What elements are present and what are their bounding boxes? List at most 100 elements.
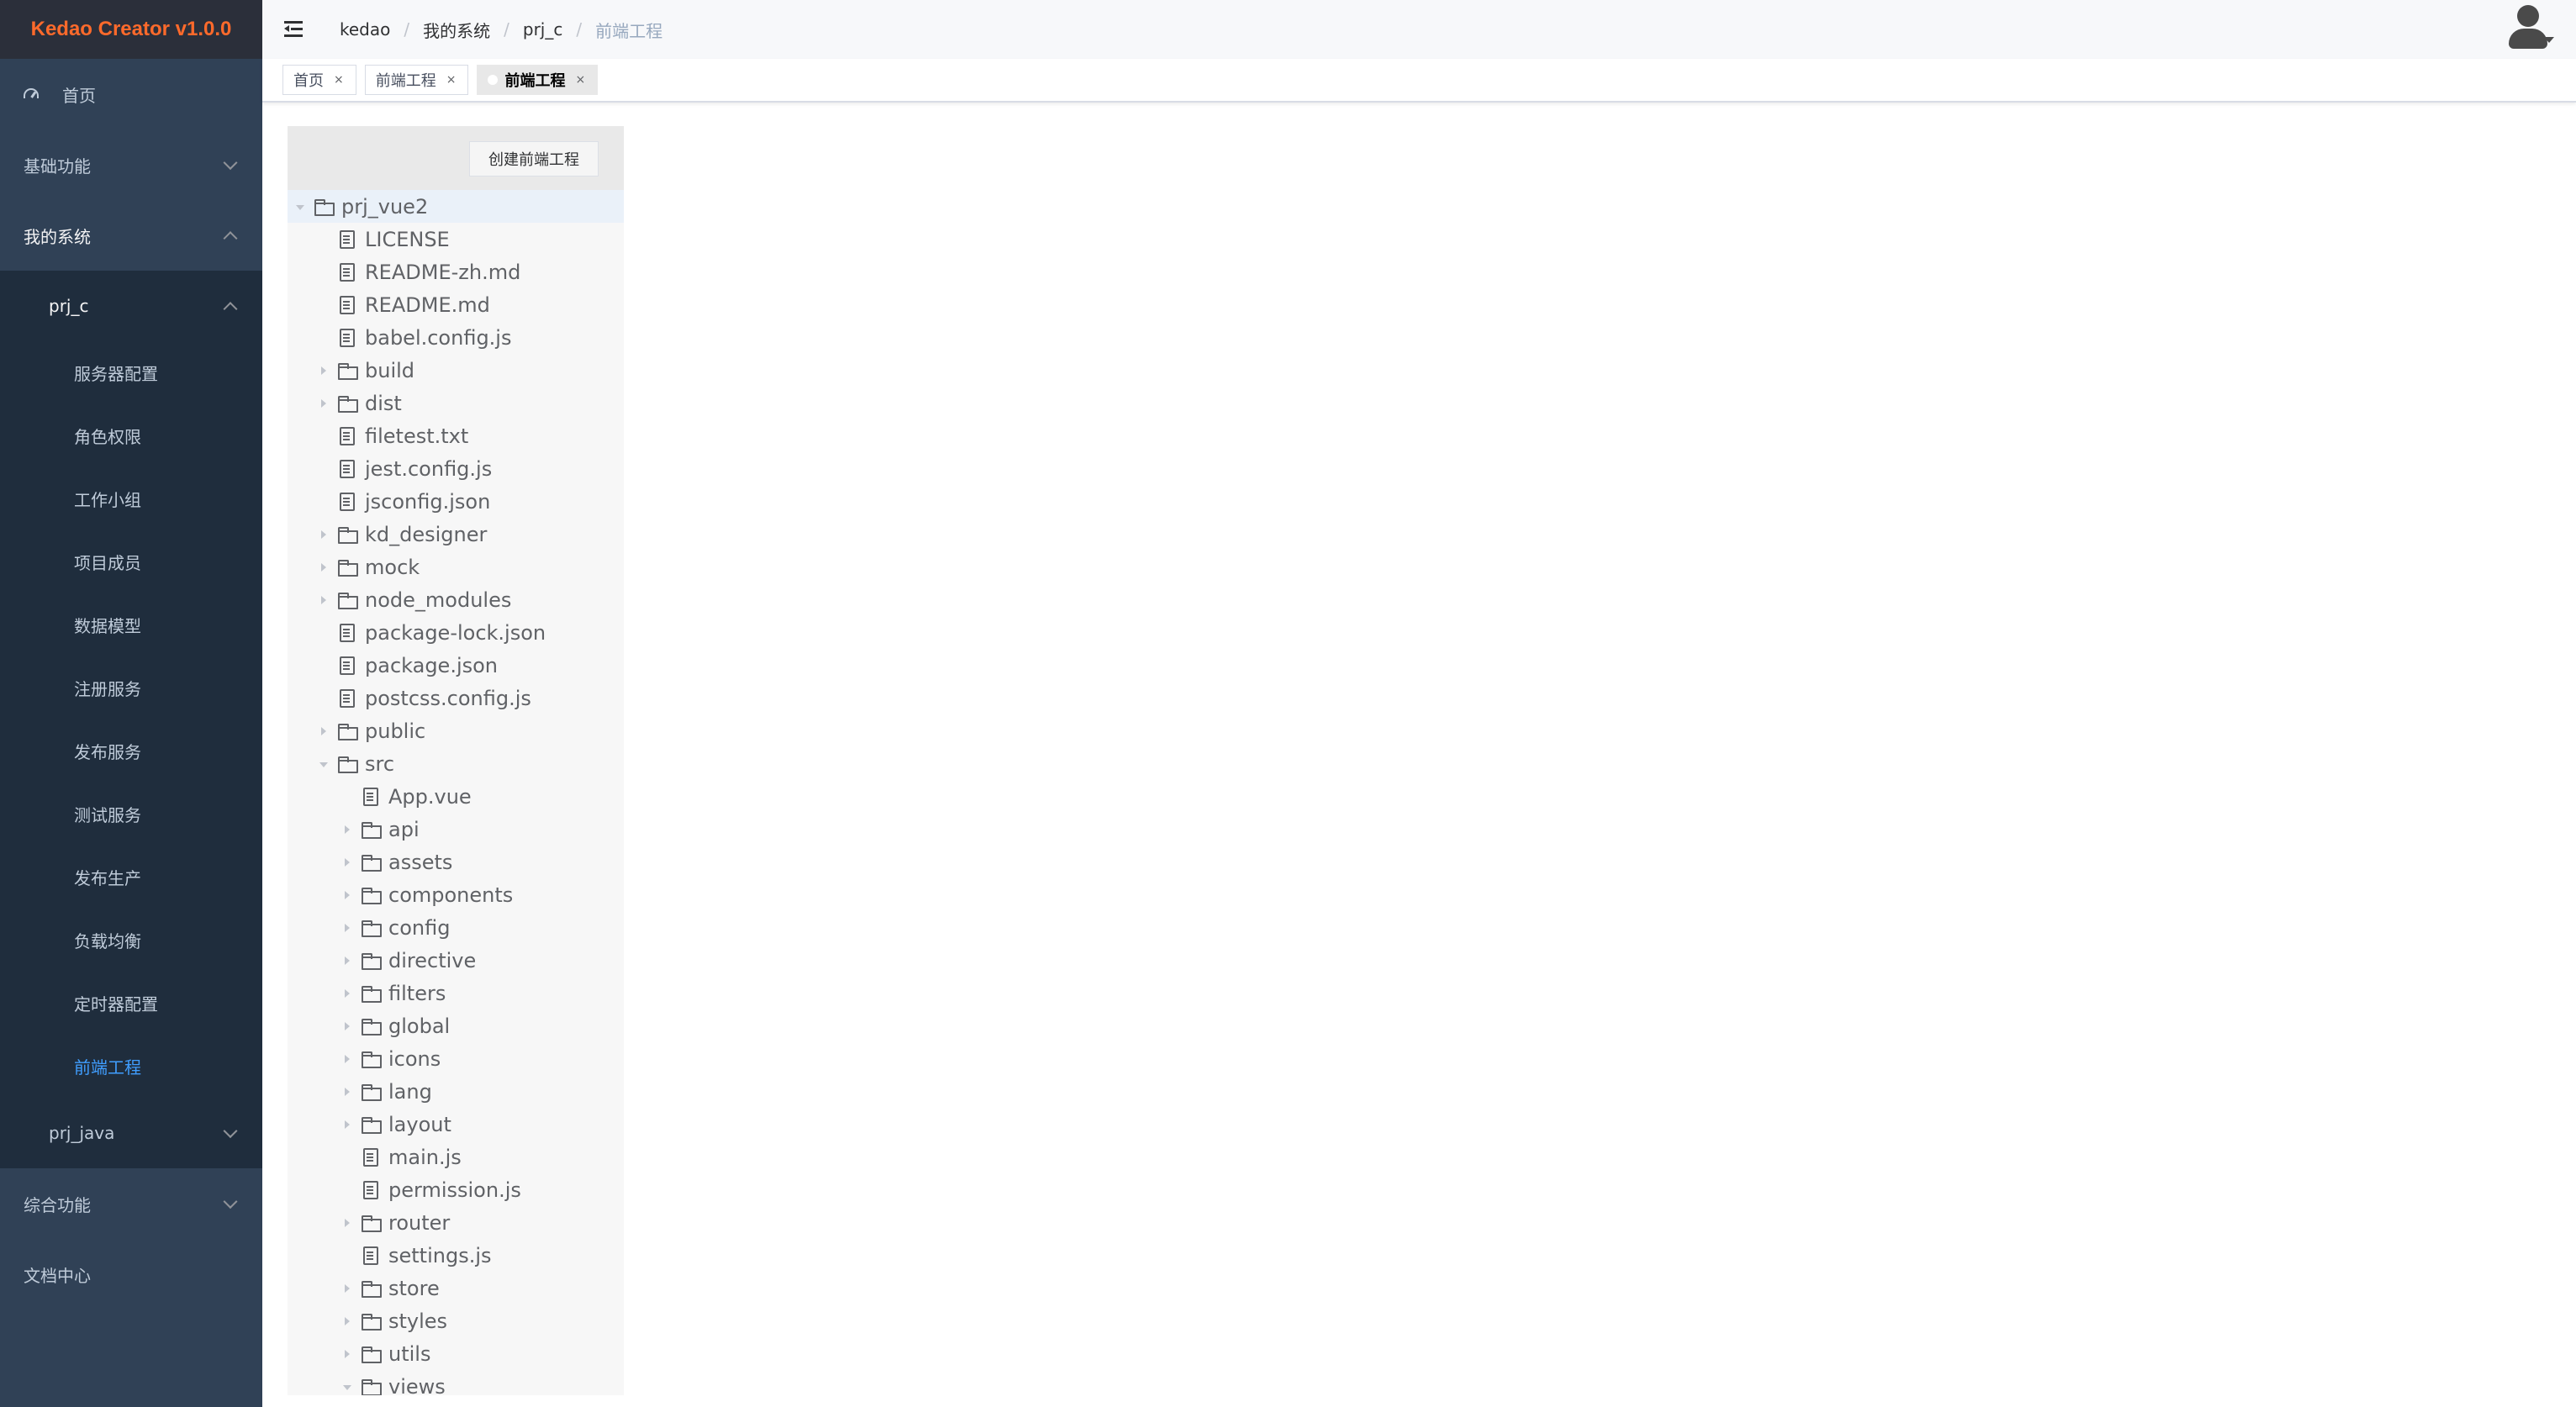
caret-right-icon[interactable] xyxy=(318,725,331,738)
sidebar-item-prj-c-0[interactable]: 服务器配置 xyxy=(0,341,262,404)
sidebar-item-prj-c-2[interactable]: 工作小组 xyxy=(0,467,262,530)
tree-folder-node[interactable]: prj_vue2 xyxy=(288,190,624,223)
sidebar-item-prj-c-6[interactable]: 发布服务 xyxy=(0,719,262,783)
tree-file-node[interactable]: App.vue xyxy=(288,780,624,813)
tree-folder-node[interactable]: assets xyxy=(288,846,624,878)
tree-folder-node[interactable]: utils xyxy=(288,1337,624,1370)
tree-folder-node[interactable]: store xyxy=(288,1272,624,1304)
tree-file-node[interactable]: jsconfig.json xyxy=(288,485,624,518)
caret-right-icon[interactable] xyxy=(341,856,355,869)
tree-file-node[interactable]: README-zh.md xyxy=(288,256,624,288)
document-icon xyxy=(340,623,355,642)
user-avatar-dropdown[interactable] xyxy=(2504,3,2554,50)
sidebar-item-prj-c-1[interactable]: 角色权限 xyxy=(0,404,262,467)
caret-right-icon[interactable] xyxy=(341,1315,355,1328)
caret-right-icon[interactable] xyxy=(341,888,355,902)
tree-folder-node[interactable]: directive xyxy=(288,944,624,977)
breadcrumb-item-prj-c[interactable]: prj_c xyxy=(523,19,562,40)
tree-folder-node[interactable]: components xyxy=(288,878,624,911)
caret-right-icon[interactable] xyxy=(318,364,331,377)
tree-folder-node[interactable]: kd_designer xyxy=(288,518,624,551)
tree-folder-node[interactable]: router xyxy=(288,1206,624,1239)
caret-right-icon[interactable] xyxy=(341,1216,355,1230)
tree-node-label: jest.config.js xyxy=(365,456,493,481)
sidebar-item-prj-java[interactable]: prj_java xyxy=(0,1098,262,1168)
caret-down-icon[interactable] xyxy=(294,200,308,213)
tree-folder-node[interactable]: src xyxy=(288,747,624,780)
hamburger-menu-icon[interactable] xyxy=(284,21,304,38)
sidebar-item-prj-c-4[interactable]: 数据模型 xyxy=(0,593,262,656)
tree-file-node[interactable]: jest.config.js xyxy=(288,452,624,485)
sidebar-item-prj-c-10[interactable]: 定时器配置 xyxy=(0,972,262,1035)
caret-right-icon[interactable] xyxy=(341,1118,355,1131)
tree-folder-node[interactable]: mock xyxy=(288,551,624,583)
caret-right-icon[interactable] xyxy=(341,1085,355,1099)
tree-file-node[interactable]: LICENSE xyxy=(288,223,624,256)
close-icon[interactable]: × xyxy=(446,73,457,87)
tree-file-node[interactable]: permission.js xyxy=(288,1173,624,1206)
sidebar-item-integrated[interactable]: 综合功能 xyxy=(0,1168,262,1239)
sidebar-item-prj-c[interactable]: prj_c xyxy=(0,271,262,341)
tree-node-label: babel.config.js xyxy=(365,325,512,350)
tree-file-node[interactable]: package-lock.json xyxy=(288,616,624,649)
sidebar-item-prj-c-9[interactable]: 负载均衡 xyxy=(0,909,262,972)
sidebar-item-docs[interactable]: 文档中心 xyxy=(0,1239,262,1310)
folder-icon xyxy=(362,1346,382,1363)
tree-folder-node[interactable]: filters xyxy=(288,977,624,1009)
tree-file-node[interactable]: README.md xyxy=(288,288,624,321)
tree-folder-node[interactable]: build xyxy=(288,354,624,387)
caret-right-icon[interactable] xyxy=(341,1052,355,1066)
tree-folder-node[interactable]: api xyxy=(288,813,624,846)
breadcrumb-item-kedao[interactable]: kedao xyxy=(340,19,390,40)
caret-right-icon[interactable] xyxy=(318,397,331,410)
tree-file-node[interactable]: postcss.config.js xyxy=(288,682,624,714)
tree-file-node[interactable]: settings.js xyxy=(288,1239,624,1272)
tree-folder-node[interactable]: config xyxy=(288,911,624,944)
tree-folder-node[interactable]: node_modules xyxy=(288,583,624,616)
sidebar-item-home[interactable]: 首页 xyxy=(0,59,262,129)
chevron-down-icon xyxy=(223,1194,238,1209)
create-frontend-project-button[interactable]: 创建前端工程 xyxy=(469,141,599,177)
tree-folder-node[interactable]: lang xyxy=(288,1075,624,1108)
breadcrumb-item-my-system[interactable]: 我的系统 xyxy=(423,18,490,42)
caret-right-icon[interactable] xyxy=(341,1282,355,1295)
caret-right-icon[interactable] xyxy=(341,921,355,935)
tree-folder-node[interactable]: styles xyxy=(288,1304,624,1337)
tree-file-node[interactable]: main.js xyxy=(288,1141,624,1173)
sidebar-item-prj-c-3[interactable]: 项目成员 xyxy=(0,530,262,593)
tree-folder-node[interactable]: public xyxy=(288,714,624,747)
close-icon[interactable]: × xyxy=(334,73,344,87)
caret-down-icon[interactable] xyxy=(341,1380,355,1394)
caret-right-icon[interactable] xyxy=(318,561,331,574)
caret-right-icon[interactable] xyxy=(341,1020,355,1033)
tab-1[interactable]: 前端工程 × xyxy=(364,65,469,95)
tab-2[interactable]: 前端工程 × xyxy=(477,65,599,95)
tree-file-node[interactable]: filetest.txt xyxy=(288,419,624,452)
caret-right-icon[interactable] xyxy=(341,987,355,1000)
sidebar-item-prj-c-8[interactable]: 发布生产 xyxy=(0,846,262,909)
close-icon[interactable]: × xyxy=(575,73,585,87)
app-logo-title[interactable]: Kedao Creator v1.0.0 xyxy=(0,0,262,59)
sidebar-item-prj-c-5[interactable]: 注册服务 xyxy=(0,656,262,719)
sidebar-item-prj-c-11[interactable]: 前端工程 xyxy=(0,1035,262,1098)
tree-node-label: README.md xyxy=(365,292,490,317)
caret-right-icon[interactable] xyxy=(341,1347,355,1361)
caret-right-icon[interactable] xyxy=(318,593,331,607)
sidebar-item-my-system[interactable]: 我的系统 xyxy=(0,200,262,271)
tree-folder-node[interactable]: views xyxy=(288,1370,624,1395)
sidebar-item-prj-c-7[interactable]: 测试服务 xyxy=(0,783,262,846)
tree-folder-node[interactable]: layout xyxy=(288,1108,624,1141)
caret-right-icon[interactable] xyxy=(318,528,331,541)
caret-down-icon[interactable] xyxy=(318,757,331,771)
caret-right-icon[interactable] xyxy=(341,823,355,836)
tree-folder-node[interactable]: global xyxy=(288,1009,624,1042)
sidebar: Kedao Creator v1.0.0 首页 基础功能 我的系统 prj_c … xyxy=(0,0,262,1407)
sidebar-item-basic[interactable]: 基础功能 xyxy=(0,129,262,200)
folder-icon xyxy=(314,199,335,216)
tree-folder-node[interactable]: dist xyxy=(288,387,624,419)
tree-file-node[interactable]: package.json xyxy=(288,649,624,682)
caret-right-icon[interactable] xyxy=(341,954,355,967)
tree-file-node[interactable]: babel.config.js xyxy=(288,321,624,354)
tree-folder-node[interactable]: icons xyxy=(288,1042,624,1075)
tab-0[interactable]: 首页 × xyxy=(282,65,356,95)
